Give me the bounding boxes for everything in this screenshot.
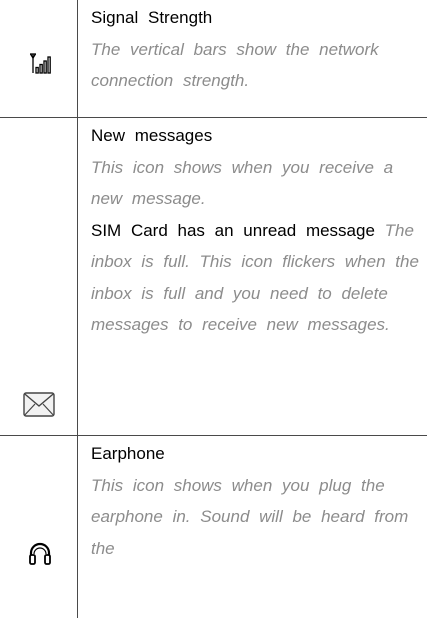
table-row: Earphone This icon shows when you plug t… <box>0 436 427 618</box>
row-text: Earphone This icon shows when you plug t… <box>91 438 421 564</box>
row-description: This icon shows when you plug the earpho… <box>91 475 409 558</box>
row-text: New messages This icon shows when you re… <box>91 120 421 341</box>
icon-cell <box>0 0 77 117</box>
row-description: This icon shows when you receive a new m… <box>91 157 394 209</box>
table-row: Signal Strength The vertical bars show t… <box>0 0 427 117</box>
icon-legend-table: Signal Strength The vertical bars show t… <box>0 0 427 618</box>
headphones-icon <box>29 542 51 565</box>
row-title: Earphone <box>91 444 165 463</box>
row-subtitle: SIM Card has an unread message <box>91 220 375 240</box>
table-row: New messages This icon shows when you re… <box>0 118 427 435</box>
icon-cell <box>0 436 77 618</box>
signal-strength-icon <box>29 53 51 74</box>
row-title: New messages <box>91 126 213 145</box>
icon-cell <box>0 118 77 435</box>
envelope-message-icon <box>23 392 55 417</box>
row-text: Signal Strength The vertical bars show t… <box>91 2 421 97</box>
row-description: The vertical bars show the network conne… <box>91 39 379 91</box>
row-title: Signal Strength <box>91 8 213 27</box>
